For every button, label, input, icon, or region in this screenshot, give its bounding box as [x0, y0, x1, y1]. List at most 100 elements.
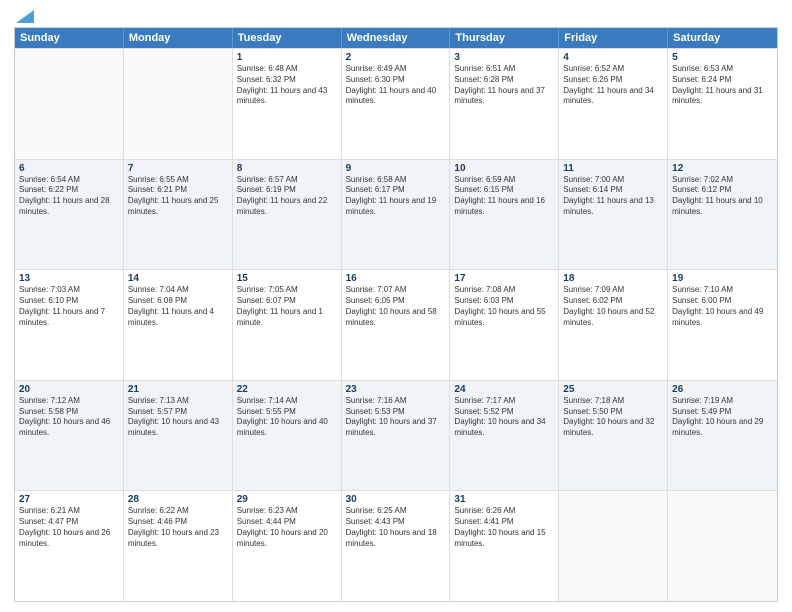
- day-cell-29: 29Sunrise: 6:23 AMSunset: 4:44 PMDayligh…: [233, 491, 342, 601]
- cell-info: Sunrise: 7:02 AMSunset: 6:12 PMDaylight:…: [672, 175, 773, 218]
- page: SundayMondayTuesdayWednesdayThursdayFrid…: [0, 0, 792, 612]
- cell-info: Sunrise: 6:49 AMSunset: 6:30 PMDaylight:…: [346, 64, 446, 107]
- calendar: SundayMondayTuesdayWednesdayThursdayFrid…: [14, 27, 778, 602]
- day-number: 12: [672, 163, 773, 174]
- logo: [14, 10, 34, 23]
- cell-info: Sunrise: 6:48 AMSunset: 6:32 PMDaylight:…: [237, 64, 337, 107]
- day-cell-6: 6Sunrise: 6:54 AMSunset: 6:22 PMDaylight…: [15, 160, 124, 270]
- day-number: 11: [563, 163, 663, 174]
- day-cell-12: 12Sunrise: 7:02 AMSunset: 6:12 PMDayligh…: [668, 160, 777, 270]
- day-number: 28: [128, 494, 228, 505]
- cell-info: Sunrise: 6:57 AMSunset: 6:19 PMDaylight:…: [237, 175, 337, 218]
- day-number: 30: [346, 494, 446, 505]
- day-number: 19: [672, 273, 773, 284]
- day-number: 15: [237, 273, 337, 284]
- day-cell-4: 4Sunrise: 6:52 AMSunset: 6:26 PMDaylight…: [559, 49, 668, 159]
- day-number: 22: [237, 384, 337, 395]
- cell-info: Sunrise: 6:59 AMSunset: 6:15 PMDaylight:…: [454, 175, 554, 218]
- cell-info: Sunrise: 7:17 AMSunset: 5:52 PMDaylight:…: [454, 396, 554, 439]
- day-cell-11: 11Sunrise: 7:00 AMSunset: 6:14 PMDayligh…: [559, 160, 668, 270]
- empty-cell: [124, 49, 233, 159]
- cell-info: Sunrise: 7:10 AMSunset: 6:00 PMDaylight:…: [672, 285, 773, 328]
- week-row-2: 6Sunrise: 6:54 AMSunset: 6:22 PMDaylight…: [15, 159, 777, 270]
- day-number: 23: [346, 384, 446, 395]
- day-header-tuesday: Tuesday: [233, 28, 342, 48]
- cell-info: Sunrise: 7:07 AMSunset: 6:05 PMDaylight:…: [346, 285, 446, 328]
- day-cell-22: 22Sunrise: 7:14 AMSunset: 5:55 PMDayligh…: [233, 381, 342, 491]
- day-number: 10: [454, 163, 554, 174]
- day-number: 25: [563, 384, 663, 395]
- calendar-header: SundayMondayTuesdayWednesdayThursdayFrid…: [15, 28, 777, 48]
- day-number: 17: [454, 273, 554, 284]
- day-cell-19: 19Sunrise: 7:10 AMSunset: 6:00 PMDayligh…: [668, 270, 777, 380]
- day-cell-27: 27Sunrise: 6:21 AMSunset: 4:47 PMDayligh…: [15, 491, 124, 601]
- day-number: 18: [563, 273, 663, 284]
- cell-info: Sunrise: 6:26 AMSunset: 4:41 PMDaylight:…: [454, 506, 554, 549]
- day-cell-23: 23Sunrise: 7:16 AMSunset: 5:53 PMDayligh…: [342, 381, 451, 491]
- day-cell-16: 16Sunrise: 7:07 AMSunset: 6:05 PMDayligh…: [342, 270, 451, 380]
- day-number: 3: [454, 52, 554, 63]
- day-header-friday: Friday: [559, 28, 668, 48]
- week-row-5: 27Sunrise: 6:21 AMSunset: 4:47 PMDayligh…: [15, 490, 777, 601]
- day-cell-18: 18Sunrise: 7:09 AMSunset: 6:02 PMDayligh…: [559, 270, 668, 380]
- header: [14, 10, 778, 23]
- week-row-4: 20Sunrise: 7:12 AMSunset: 5:58 PMDayligh…: [15, 380, 777, 491]
- cell-info: Sunrise: 6:53 AMSunset: 6:24 PMDaylight:…: [672, 64, 773, 107]
- cell-info: Sunrise: 7:16 AMSunset: 5:53 PMDaylight:…: [346, 396, 446, 439]
- day-cell-17: 17Sunrise: 7:08 AMSunset: 6:03 PMDayligh…: [450, 270, 559, 380]
- day-cell-10: 10Sunrise: 6:59 AMSunset: 6:15 PMDayligh…: [450, 160, 559, 270]
- day-number: 5: [672, 52, 773, 63]
- day-cell-8: 8Sunrise: 6:57 AMSunset: 6:19 PMDaylight…: [233, 160, 342, 270]
- cell-info: Sunrise: 6:52 AMSunset: 6:26 PMDaylight:…: [563, 64, 663, 107]
- day-number: 16: [346, 273, 446, 284]
- cell-info: Sunrise: 7:00 AMSunset: 6:14 PMDaylight:…: [563, 175, 663, 218]
- day-header-wednesday: Wednesday: [342, 28, 451, 48]
- day-cell-1: 1Sunrise: 6:48 AMSunset: 6:32 PMDaylight…: [233, 49, 342, 159]
- day-cell-21: 21Sunrise: 7:13 AMSunset: 5:57 PMDayligh…: [124, 381, 233, 491]
- day-header-monday: Monday: [124, 28, 233, 48]
- cell-info: Sunrise: 7:19 AMSunset: 5:49 PMDaylight:…: [672, 396, 773, 439]
- cell-info: Sunrise: 7:14 AMSunset: 5:55 PMDaylight:…: [237, 396, 337, 439]
- day-number: 1: [237, 52, 337, 63]
- week-row-3: 13Sunrise: 7:03 AMSunset: 6:10 PMDayligh…: [15, 269, 777, 380]
- calendar-body: 1Sunrise: 6:48 AMSunset: 6:32 PMDaylight…: [15, 48, 777, 601]
- day-header-saturday: Saturday: [668, 28, 777, 48]
- week-row-1: 1Sunrise: 6:48 AMSunset: 6:32 PMDaylight…: [15, 48, 777, 159]
- day-number: 13: [19, 273, 119, 284]
- day-cell-5: 5Sunrise: 6:53 AMSunset: 6:24 PMDaylight…: [668, 49, 777, 159]
- cell-info: Sunrise: 7:08 AMSunset: 6:03 PMDaylight:…: [454, 285, 554, 328]
- day-cell-31: 31Sunrise: 6:26 AMSunset: 4:41 PMDayligh…: [450, 491, 559, 601]
- day-number: 7: [128, 163, 228, 174]
- day-number: 29: [237, 494, 337, 505]
- day-cell-15: 15Sunrise: 7:05 AMSunset: 6:07 PMDayligh…: [233, 270, 342, 380]
- day-cell-14: 14Sunrise: 7:04 AMSunset: 6:08 PMDayligh…: [124, 270, 233, 380]
- day-cell-2: 2Sunrise: 6:49 AMSunset: 6:30 PMDaylight…: [342, 49, 451, 159]
- cell-info: Sunrise: 7:13 AMSunset: 5:57 PMDaylight:…: [128, 396, 228, 439]
- day-number: 24: [454, 384, 554, 395]
- day-header-thursday: Thursday: [450, 28, 559, 48]
- cell-info: Sunrise: 7:12 AMSunset: 5:58 PMDaylight:…: [19, 396, 119, 439]
- day-header-sunday: Sunday: [15, 28, 124, 48]
- day-cell-25: 25Sunrise: 7:18 AMSunset: 5:50 PMDayligh…: [559, 381, 668, 491]
- day-number: 14: [128, 273, 228, 284]
- day-number: 6: [19, 163, 119, 174]
- day-number: 27: [19, 494, 119, 505]
- day-number: 8: [237, 163, 337, 174]
- day-cell-30: 30Sunrise: 6:25 AMSunset: 4:43 PMDayligh…: [342, 491, 451, 601]
- day-cell-26: 26Sunrise: 7:19 AMSunset: 5:49 PMDayligh…: [668, 381, 777, 491]
- day-number: 26: [672, 384, 773, 395]
- empty-cell: [668, 491, 777, 601]
- day-number: 2: [346, 52, 446, 63]
- day-number: 20: [19, 384, 119, 395]
- logo-icon: [16, 10, 34, 23]
- empty-cell: [15, 49, 124, 159]
- cell-info: Sunrise: 6:51 AMSunset: 6:28 PMDaylight:…: [454, 64, 554, 107]
- day-cell-3: 3Sunrise: 6:51 AMSunset: 6:28 PMDaylight…: [450, 49, 559, 159]
- cell-info: Sunrise: 7:18 AMSunset: 5:50 PMDaylight:…: [563, 396, 663, 439]
- cell-info: Sunrise: 6:22 AMSunset: 4:46 PMDaylight:…: [128, 506, 228, 549]
- day-cell-13: 13Sunrise: 7:03 AMSunset: 6:10 PMDayligh…: [15, 270, 124, 380]
- day-number: 9: [346, 163, 446, 174]
- cell-info: Sunrise: 7:03 AMSunset: 6:10 PMDaylight:…: [19, 285, 119, 328]
- day-cell-9: 9Sunrise: 6:58 AMSunset: 6:17 PMDaylight…: [342, 160, 451, 270]
- day-cell-28: 28Sunrise: 6:22 AMSunset: 4:46 PMDayligh…: [124, 491, 233, 601]
